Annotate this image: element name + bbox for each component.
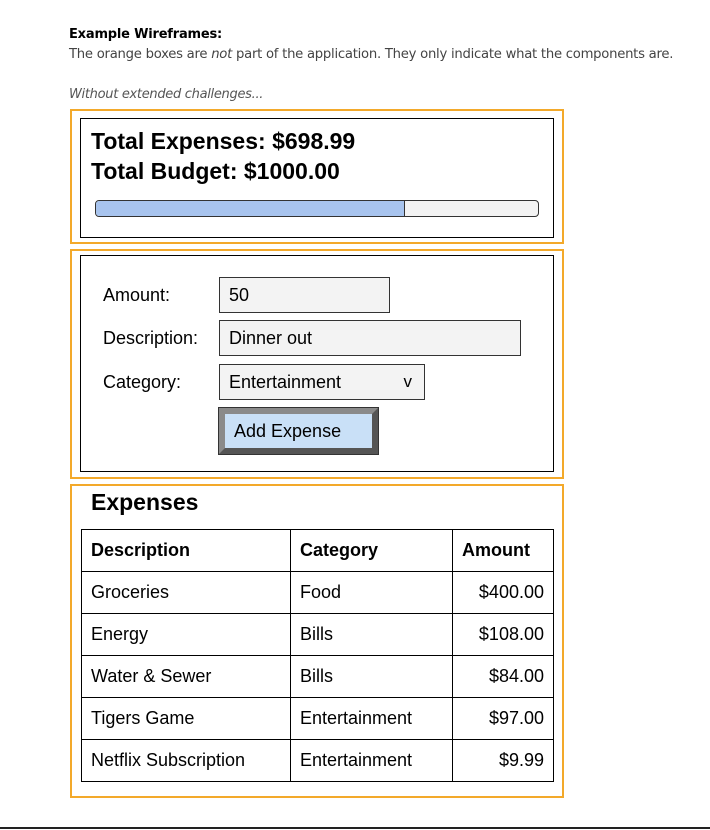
table-header-row: Description Category Amount [81, 529, 554, 572]
budget-progress-bar [95, 200, 539, 217]
row-category: Bills [290, 613, 453, 656]
table-row: Netflix Subscription Entertainment $9.99 [81, 739, 554, 782]
dropdown-arrow-icon: v [403, 372, 413, 391]
page-heading: Example Wireframes: [69, 27, 223, 42]
wireframe-note: The orange boxes are not part of the app… [69, 47, 673, 62]
note-text-start: The orange boxes are [69, 47, 212, 62]
row-category: Bills [290, 655, 453, 698]
note-text-end: part of the application. They only indic… [232, 47, 674, 62]
row-description: Energy [81, 613, 291, 656]
table-row: Tigers Game Entertainment $97.00 [81, 697, 554, 740]
budget-progress-fill [96, 201, 405, 216]
header-description: Description [81, 529, 291, 572]
header-category: Category [290, 529, 453, 572]
total-expenses: Total Expenses: $698.99 [91, 128, 356, 154]
row-category: Entertainment [290, 739, 453, 782]
amount-label: Amount: [103, 285, 171, 305]
table-row: Energy Bills $108.00 [81, 613, 554, 656]
category-label: Category: [103, 372, 182, 392]
category-selected-value: Entertainment [229, 372, 342, 392]
row-description: Tigers Game [81, 697, 291, 740]
row-description: Groceries [81, 571, 291, 614]
page-bottom-rule [0, 827, 710, 829]
row-description: Netflix Subscription [81, 739, 291, 782]
add-expense-button[interactable]: Add Expense [218, 407, 379, 455]
table-row: Water & Sewer Bills $84.00 [81, 655, 554, 698]
amount-field[interactable]: 50 [219, 277, 390, 313]
description-field[interactable]: Dinner out [219, 320, 521, 356]
expenses-table: Description Category Amount Groceries Fo… [81, 529, 554, 782]
row-amount: $400.00 [452, 571, 554, 614]
row-amount: $97.00 [452, 697, 554, 740]
category-select[interactable]: Entertainment v [219, 364, 425, 400]
expenses-title: Expenses [91, 489, 199, 515]
row-amount: $9.99 [452, 739, 554, 782]
table-row: Groceries Food $400.00 [81, 571, 554, 614]
row-amount: $84.00 [452, 655, 554, 698]
wireframe-caption: Without extended challenges... [69, 87, 264, 102]
header-amount: Amount [452, 529, 554, 572]
row-amount: $108.00 [452, 613, 554, 656]
row-category: Entertainment [290, 697, 453, 740]
note-emphasis: not [211, 47, 233, 62]
total-budget: Total Budget: $1000.00 [91, 158, 340, 184]
row-category: Food [290, 571, 453, 614]
row-description: Water & Sewer [81, 655, 291, 698]
description-label: Description: [103, 328, 199, 348]
